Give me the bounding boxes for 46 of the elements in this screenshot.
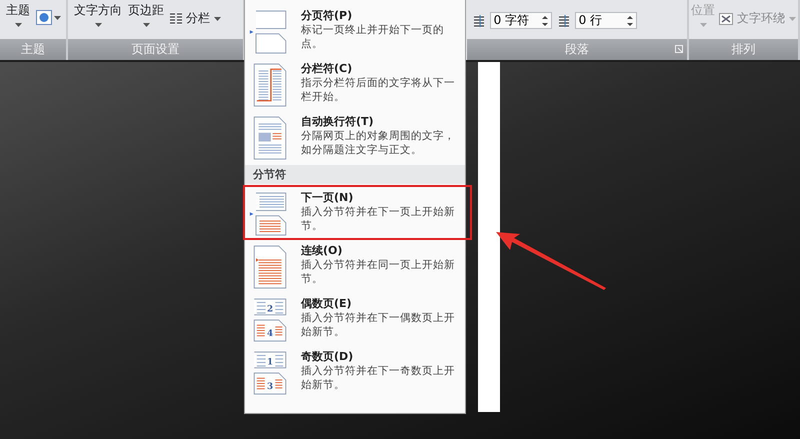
spinner-arrows-icon (626, 14, 633, 26)
menu-item-title: 下一页(N) (301, 190, 354, 205)
spinner-field[interactable]: 0 行 (574, 12, 637, 29)
dropdown-caret-icon (142, 23, 150, 27)
menu-item-title: 自动换行符(T) (301, 114, 375, 129)
menu-item-description: 标记一页终止并开始下一页的点。 (301, 23, 445, 51)
menu-item-title: 分页符(P) (301, 8, 354, 23)
menu-item-title: 奇数页(D) (301, 349, 354, 364)
ribbon-button[interactable]: 主题 (6, 2, 30, 27)
group-label: 段落 (466, 39, 687, 60)
menu-item[interactable]: 1 3 奇数页(D) 插入分节符并在下一奇数页上开始新节。 (245, 345, 465, 398)
menu-item-description: 插入分节符并在下一偶数页上开始新节。 (301, 311, 456, 339)
dropdown-caret-icon (700, 23, 706, 27)
menu-item-description: 指示分栏符后面的文字将从下一栏开始。 (301, 76, 456, 104)
menu-item[interactable]: 分栏符(C) 指示分栏符后面的文字将从下一栏开始。 (245, 57, 465, 110)
dropdown-caret-icon (214, 16, 221, 20)
menu-item-title: 分栏符(C) (301, 61, 354, 76)
group-label: 页面设置 (68, 39, 243, 60)
ribbon-button[interactable]: 文字方向 (74, 2, 122, 27)
menu-item-description: 分隔网页上的对象周围的文字，如分隔题注文字与正文。 (301, 129, 456, 157)
group-label: 排列 (689, 39, 798, 60)
spacing-icon (558, 14, 572, 28)
spinner-field[interactable]: 0 字符 (490, 12, 552, 29)
dropdown-caret-icon (94, 23, 102, 27)
menu-item[interactable]: 下一页(N) 插入分节符并在下一页上开始新节。 (244, 186, 471, 239)
menu-item-description: 插入分节符并在下一奇数页上开始新节。 (301, 364, 456, 392)
columns-icon (170, 13, 182, 24)
spacing-icon (472, 14, 487, 28)
section-break-drawing: 1 3 (249, 350, 291, 396)
dropdown-caret-icon (789, 16, 796, 20)
ribbon-button[interactable]: 页边距 (128, 2, 164, 27)
menu-item-title: 偶数页(E) (301, 296, 353, 311)
menu-item-description: 插入分节符并在同一页上开始新节。 (301, 258, 456, 286)
menu-item[interactable]: 自动换行符(T) 分隔网页上的对象周围的文字，如分隔题注文字与正文。 (245, 110, 465, 163)
menu-item-title: 连续(O) (301, 243, 344, 258)
menu-item[interactable]: 2 4 偶数页(E) 插入分节符并在下一偶数页上开始新节。 (245, 292, 465, 345)
spinner-arrows-icon (542, 14, 548, 26)
group-label: 主题 (0, 39, 66, 60)
columns-button[interactable]: 分栏 (170, 2, 221, 27)
dropdown-caret-icon (54, 16, 61, 20)
menu-item[interactable]: 分页符(P) 标记一页终止并开始下一页的点。 (245, 4, 465, 57)
menu-item[interactable]: 连续(O) 插入分节符并在同一页上开始新节。 (245, 239, 465, 292)
menu-section-header: 分节符 (245, 165, 465, 184)
dropdown-caret-icon (14, 23, 22, 27)
section-break-drawing: 2 4 (249, 297, 291, 343)
menu-item-description: 插入分节符并在下一页上开始新节。 (301, 205, 456, 233)
